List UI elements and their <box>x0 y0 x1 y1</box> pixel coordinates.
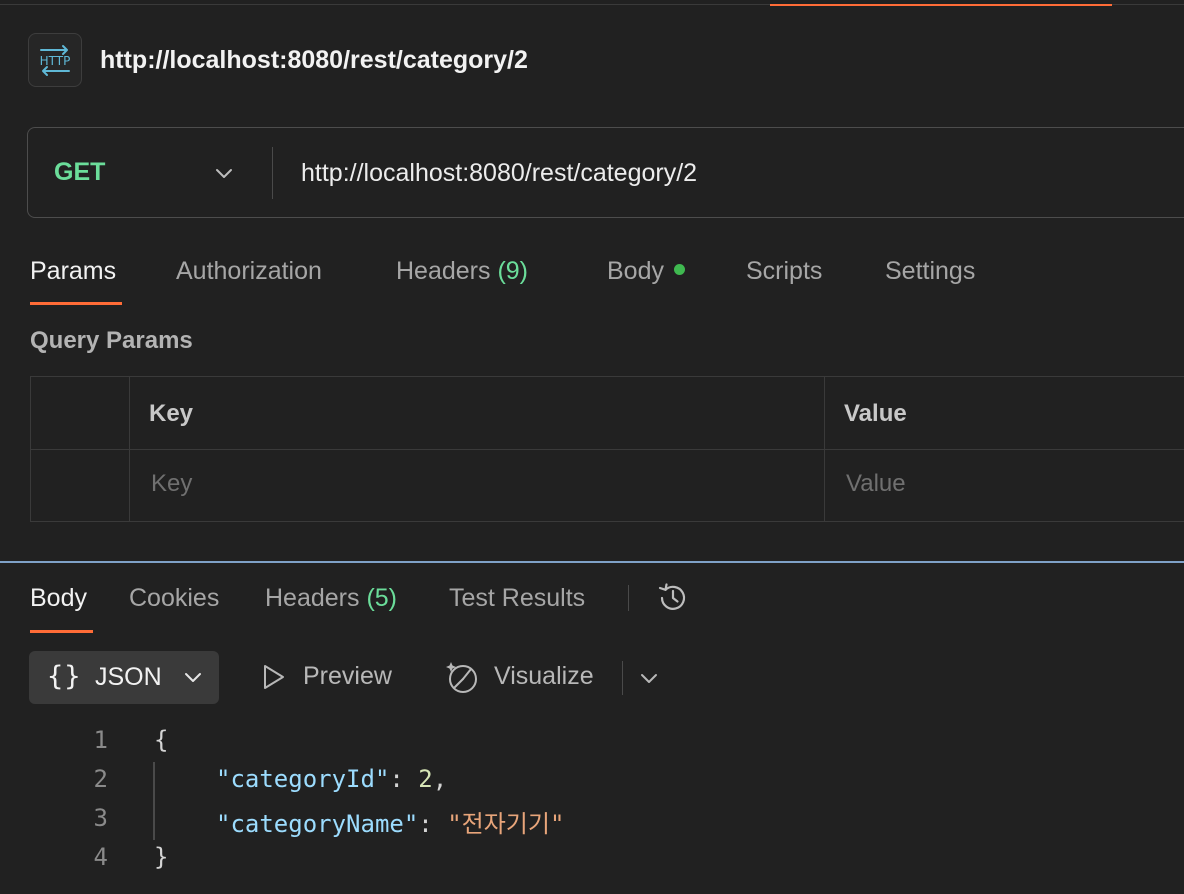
code-line: 2 "categoryId": 2, <box>0 765 1184 804</box>
table-col-divider <box>129 377 130 521</box>
line-number: 3 <box>93 804 108 832</box>
tab-params[interactable]: Params <box>30 257 116 286</box>
visualize-icon <box>446 662 477 693</box>
play-icon <box>264 665 284 689</box>
tab-headers-count: (9) <box>497 257 529 285</box>
format-select[interactable]: {} JSON <box>29 651 219 704</box>
column-header-value: Value <box>844 400 907 427</box>
url-divider <box>272 147 273 199</box>
tab-headers-label: Headers <box>396 257 491 285</box>
tab-headers[interactable]: Headers (9) <box>396 257 528 286</box>
tab-response-headers[interactable]: Headers (5) <box>265 584 397 613</box>
chevron-down-icon[interactable] <box>212 161 236 185</box>
tab-authorization[interactable]: Authorization <box>176 257 322 286</box>
pane-splitter[interactable] <box>0 561 1184 563</box>
json-key: "categoryId" <box>216 765 390 793</box>
query-params-label: Query Params <box>30 327 193 354</box>
tab-response-body[interactable]: Body <box>30 584 87 613</box>
code-line: 4 } <box>0 843 1184 882</box>
code-text: } <box>154 843 169 871</box>
params-table: Key Value Key Value <box>30 376 1184 522</box>
code-line: 1 { <box>0 726 1184 765</box>
tab-response-headers-count: (5) <box>366 584 398 612</box>
http-badge-text: HTTP <box>40 54 71 68</box>
format-label: JSON <box>95 663 162 691</box>
body-indicator-dot <box>673 264 685 275</box>
tab-response-headers-label: Headers <box>265 584 360 612</box>
tab-body-label: Body <box>607 257 664 285</box>
http-icon: HTTP <box>28 33 82 87</box>
active-tab-indicator <box>770 4 1112 6</box>
tab-scripts[interactable]: Scripts <box>746 257 822 286</box>
tab-test-results[interactable]: Test Results <box>449 584 585 613</box>
code-text: "categoryId": 2, <box>216 765 448 793</box>
code-line: 3 "categoryName": "전자기기" <box>0 804 1184 843</box>
history-icon[interactable] <box>655 580 691 616</box>
line-number: 4 <box>93 843 108 871</box>
json-punct: , <box>432 765 448 793</box>
column-header-key: Key <box>149 400 194 427</box>
visualize-button[interactable]: Visualize <box>494 662 594 691</box>
tab-separator <box>628 585 629 611</box>
url-bar: GET http://localhost:8080/rest/category/… <box>27 127 1184 218</box>
json-key: "categoryName" <box>216 810 419 838</box>
url-input[interactable]: http://localhost:8080/rest/category/2 <box>301 159 697 188</box>
tab-params-underline <box>30 302 122 305</box>
table-row-divider <box>31 449 1184 450</box>
param-value-input[interactable]: Value <box>846 470 906 498</box>
line-number: 2 <box>93 765 108 793</box>
line-number: 1 <box>93 726 108 754</box>
chevron-down-icon[interactable] <box>637 666 661 690</box>
chevron-down-icon <box>185 673 201 682</box>
json-value: "전자기기" <box>447 810 565 838</box>
app-window: HTTP http://localhost:8080/rest/category… <box>0 0 1184 894</box>
method-select[interactable]: GET <box>54 158 105 187</box>
visualize-separator <box>622 661 623 695</box>
braces-icon: {} <box>47 661 82 692</box>
tab-body[interactable]: Body <box>607 257 685 286</box>
tab-response-body-underline <box>30 630 93 633</box>
code-text: { <box>154 726 169 754</box>
preview-button[interactable]: Preview <box>303 662 392 691</box>
json-value: 2 <box>418 765 433 793</box>
table-col-divider <box>824 377 825 521</box>
tab-settings[interactable]: Settings <box>885 257 975 286</box>
request-header: HTTP http://localhost:8080/rest/category… <box>28 32 528 88</box>
code-text: "categoryName": "전자기기" <box>216 810 565 838</box>
request-title[interactable]: http://localhost:8080/rest/category/2 <box>100 46 528 75</box>
param-key-input[interactable]: Key <box>151 470 192 498</box>
tab-cookies[interactable]: Cookies <box>129 584 219 613</box>
